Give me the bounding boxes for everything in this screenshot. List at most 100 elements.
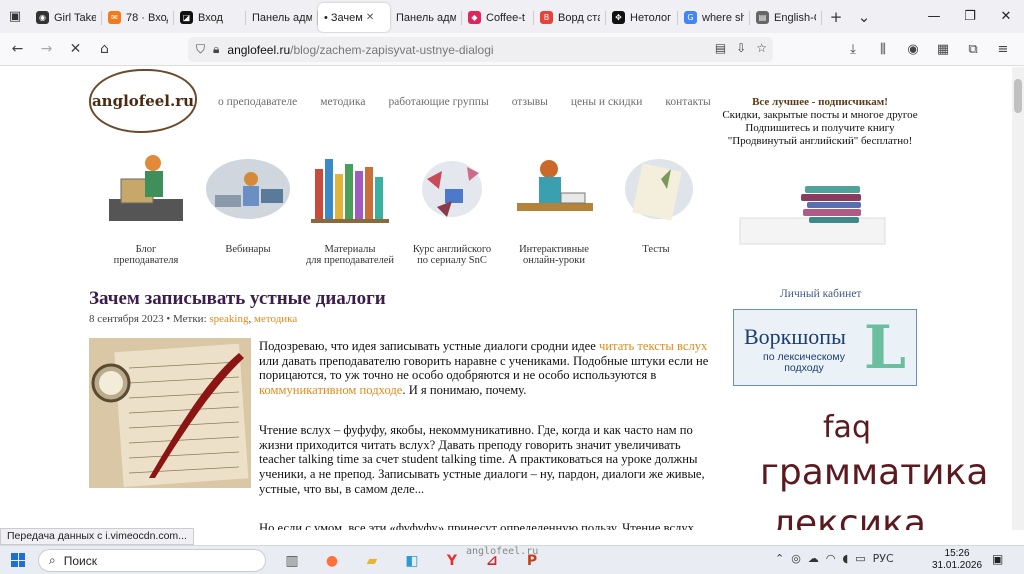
battery-icon[interactable]: ▭ xyxy=(855,552,865,565)
browser-tab[interactable]: B Ворд ста xyxy=(534,3,606,32)
nav-link[interactable]: контакты xyxy=(665,96,710,108)
clock-date: 31.01.2026 xyxy=(932,560,983,571)
nav-link[interactable]: о преподавателе xyxy=(218,96,297,108)
scrollbar-thumb[interactable] xyxy=(1014,79,1022,113)
account-icon[interactable]: ◉ xyxy=(898,35,928,63)
paragraph-2: Чтение вслух – фуфуфу, якобы, некоммуник… xyxy=(259,423,705,496)
system-clock[interactable]: 15:26 31.01.2026 xyxy=(932,548,982,572)
browser-tab[interactable]: ◉ Girl Take xyxy=(30,3,102,32)
home-icon[interactable]: ⌂ xyxy=(90,35,119,63)
taskbar-search[interactable]: ⌕ Поиск xyxy=(38,549,266,572)
tray-app-icon[interactable]: ◎ xyxy=(791,552,801,565)
forward-icon[interactable]: → xyxy=(32,35,61,63)
extension-icon[interactable]: ▦ xyxy=(928,35,958,63)
close-tab-icon[interactable]: ✕ xyxy=(366,12,374,23)
category-tile[interactable]: Блог преподавателя xyxy=(95,149,197,266)
stop-loading-icon[interactable]: ✕ xyxy=(61,35,90,63)
category-tile[interactable]: Материалы для преподавателей xyxy=(299,149,401,266)
browser-tab[interactable]: Gwhere sh xyxy=(678,3,750,32)
paragraph-1-text-c: . И я понимаю, почему. xyxy=(402,383,527,398)
category-illustration xyxy=(311,159,389,223)
wifi-icon[interactable]: ◠ xyxy=(826,552,836,565)
browser-tab[interactable]: ▤ English-C xyxy=(750,3,822,32)
sidebar-grammar-link[interactable]: грамматика xyxy=(760,452,988,493)
status-bar: Передача данных с i.vimeocdn.com... xyxy=(0,528,194,545)
sidebar-lexis-link[interactable]: лексика xyxy=(772,503,926,530)
shield-icon[interactable]: ⛉ xyxy=(196,42,205,57)
site-logo-text: anglofeel.ru xyxy=(91,92,195,110)
keyboard-language[interactable]: РУС xyxy=(873,552,894,565)
puzzle-icon[interactable]: ⧉ xyxy=(958,35,988,63)
taskbar-search-label: Поиск xyxy=(63,553,97,568)
tab-favicon-icon: B xyxy=(540,11,553,24)
window-controls: — ❐ ✕ xyxy=(916,0,1024,33)
tab-label: Ворд ста xyxy=(558,11,600,24)
tag-methodology[interactable]: методика xyxy=(254,313,297,325)
nav-link[interactable]: отзывы xyxy=(512,96,548,108)
tab-label: Вход xyxy=(198,11,223,24)
link-communicative-approach[interactable]: коммуникативном подходе xyxy=(259,383,402,397)
tray-chevron-up-icon[interactable]: ⌃ xyxy=(775,552,784,565)
tab-strip: ▣ ◉ Girl Take ✉ 78 · Вход ◪ Вход Панель адм • З… xyxy=(0,0,1024,33)
site-logo[interactable]: anglofeel.ru xyxy=(89,69,197,133)
reader-view-icon[interactable]: ▤ xyxy=(715,41,726,55)
link-read-aloud[interactable]: читать тексты вслух xyxy=(599,339,707,353)
article-photo xyxy=(89,338,251,488)
tag-speaking[interactable]: speaking xyxy=(209,313,248,325)
browser-tab[interactable]: ✉ 78 · Вход xyxy=(102,3,174,32)
bookmark-star-icon[interactable]: ☆ xyxy=(756,41,767,55)
navigation-toolbar: ← → ✕ ⌂ ⛉ 🔒︎ anglofeel.ru /blog/zachem-z… xyxy=(0,33,1024,66)
downloads-icon[interactable]: ⤓ xyxy=(838,35,868,63)
workshop-banner[interactable]: Воркшопы по лексическому подходу L xyxy=(733,309,917,386)
close-window-icon[interactable]: ✕ xyxy=(988,0,1024,33)
nav-link[interactable]: цены и скидки xyxy=(571,96,642,108)
tray-cloud-icon[interactable]: ☁ xyxy=(808,552,819,565)
browser-tab[interactable]: • Зачем ✕ xyxy=(318,3,390,32)
article-date: 8 сентября 2023 • Метки: xyxy=(89,313,207,325)
windows-start-icon[interactable] xyxy=(11,553,25,567)
tab-favicon-icon: ◉ xyxy=(36,11,49,24)
paragraph-3: Но если с умом, все эти «фуфуфу» принесу… xyxy=(259,521,694,530)
file-explorer-icon[interactable]: ▰ xyxy=(352,548,392,573)
library-icon[interactable]: ⫼ xyxy=(868,35,898,63)
personal-account-link[interactable]: Личный кабинет xyxy=(780,288,861,300)
firefox-icon[interactable]: ● xyxy=(312,548,352,573)
back-icon[interactable]: ← xyxy=(3,35,32,63)
subscribe-promo[interactable]: Все лучшее - подписчикам! Скидки, закрыт… xyxy=(720,96,920,148)
category-tile[interactable]: Вебинары xyxy=(197,149,299,255)
lock-icon[interactable]: 🔒︎ xyxy=(213,42,219,57)
url-bar[interactable]: ⛉ 🔒︎ anglofeel.ru /blog/zachem-zapisyvat… xyxy=(188,37,773,62)
browser-tab[interactable]: ◪ Вход xyxy=(174,3,246,32)
menu-icon[interactable]: ≡ xyxy=(988,35,1018,63)
article-title: Зачем записывать устные диалоги xyxy=(89,288,386,309)
url-path: /blog/zachem-zapisyvat-ustnye-dialogi xyxy=(290,42,494,57)
tab-label: 78 · Вход xyxy=(126,11,168,24)
notifications-icon[interactable]: ▣ xyxy=(992,552,1003,566)
category-tile[interactable]: Тесты xyxy=(605,149,707,255)
browser-tab[interactable]: Панель адм xyxy=(390,3,462,32)
workshop-subtitle: по лексическому подходу xyxy=(763,351,845,374)
tab-favicon-icon: G xyxy=(684,11,697,24)
save-page-icon[interactable]: ⇩ xyxy=(736,41,746,55)
nav-link[interactable]: работающие группы xyxy=(388,96,488,108)
sidebar-faq-link[interactable]: faq xyxy=(823,410,871,445)
volume-icon[interactable]: ◖ xyxy=(842,552,848,565)
new-tab-icon[interactable]: + xyxy=(822,0,850,33)
browser-tab[interactable]: ✥ Нетолог xyxy=(606,3,678,32)
page-scrollbar[interactable] xyxy=(1012,67,1024,530)
minimize-icon[interactable]: — xyxy=(916,0,952,33)
browser-tab[interactable]: Панель адм xyxy=(246,3,318,32)
category-tile[interactable]: Курс английского по сериалу SnC xyxy=(401,149,503,266)
nav-link[interactable]: методика xyxy=(320,96,365,108)
category-tile[interactable]: Интерактивные онлайн-уроки xyxy=(503,149,605,266)
category-row: Блог преподавателя Вебинары Материалы для … xyxy=(95,149,707,266)
books-illustration[interactable] xyxy=(735,184,890,254)
category-illustration xyxy=(625,159,693,221)
promo-line-1: Скидки, закрытые посты и многое другое xyxy=(722,109,918,121)
tab-list-icon[interactable]: ▣ xyxy=(0,0,30,33)
browser-tab[interactable]: ◆ Coffee-t xyxy=(462,3,534,32)
restore-icon[interactable]: ❐ xyxy=(952,0,988,33)
store-icon[interactable]: ◧ xyxy=(392,548,432,573)
chevron-down-icon[interactable]: ⌄ xyxy=(850,0,878,33)
task-view-icon[interactable]: ▥ xyxy=(272,548,312,573)
